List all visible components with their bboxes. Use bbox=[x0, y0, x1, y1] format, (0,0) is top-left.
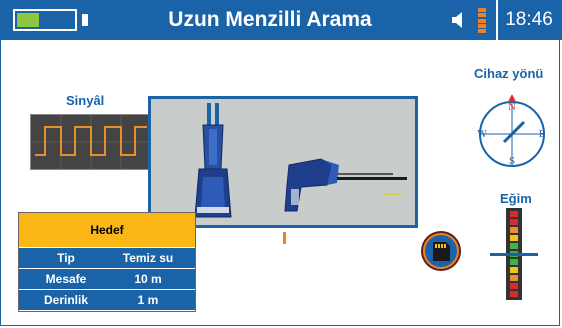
compass-w: W bbox=[477, 130, 487, 140]
clock: 18:46 bbox=[496, 0, 560, 40]
row-key: Derinlik bbox=[43, 293, 88, 307]
sd-card-button[interactable] bbox=[420, 230, 462, 272]
battery-tip bbox=[82, 14, 88, 26]
compass-icon: N E S W bbox=[477, 94, 546, 167]
signal-label: Sinyâl bbox=[66, 93, 105, 108]
battery-level bbox=[17, 13, 39, 27]
battery-icon bbox=[13, 9, 77, 31]
page-title: Uzun Menzilli Arama bbox=[168, 8, 372, 31]
header-bar: Uzun Menzilli Arama 18:46 bbox=[0, 0, 562, 40]
compass-n: N bbox=[508, 103, 516, 113]
tilt-label: Eğim bbox=[500, 191, 532, 206]
speaker-icon[interactable] bbox=[450, 10, 470, 30]
table-row: Derinlik 1 m bbox=[19, 289, 195, 310]
compass-e: E bbox=[539, 130, 546, 140]
device-image-panel bbox=[148, 96, 418, 228]
signal-wave-icon bbox=[31, 115, 149, 169]
table-row: Mesafe 10 m bbox=[19, 268, 195, 289]
signal-scope bbox=[30, 114, 150, 170]
compass-label: Cihaz yönü bbox=[474, 66, 544, 81]
gun-device-icon bbox=[284, 158, 407, 212]
handheld-device-icon bbox=[194, 103, 232, 218]
volume-level-icon[interactable] bbox=[478, 8, 486, 33]
tilt-gauge bbox=[490, 208, 538, 300]
row-key: Tip bbox=[57, 251, 75, 265]
row-value: Temiz su bbox=[122, 251, 174, 265]
row-key: Mesafe bbox=[45, 272, 87, 286]
row-value: 1 m bbox=[137, 293, 159, 307]
signal-marker bbox=[283, 232, 286, 244]
device-illustration bbox=[194, 103, 407, 218]
table-row: Tip Temiz su bbox=[19, 247, 195, 268]
target-title: Hedef bbox=[19, 213, 195, 247]
row-value: 10 m bbox=[134, 272, 162, 286]
target-panel: Hedef Tip Temiz su Mesafe 10 m Derinlik … bbox=[18, 212, 196, 312]
compass-s: S bbox=[509, 157, 515, 167]
